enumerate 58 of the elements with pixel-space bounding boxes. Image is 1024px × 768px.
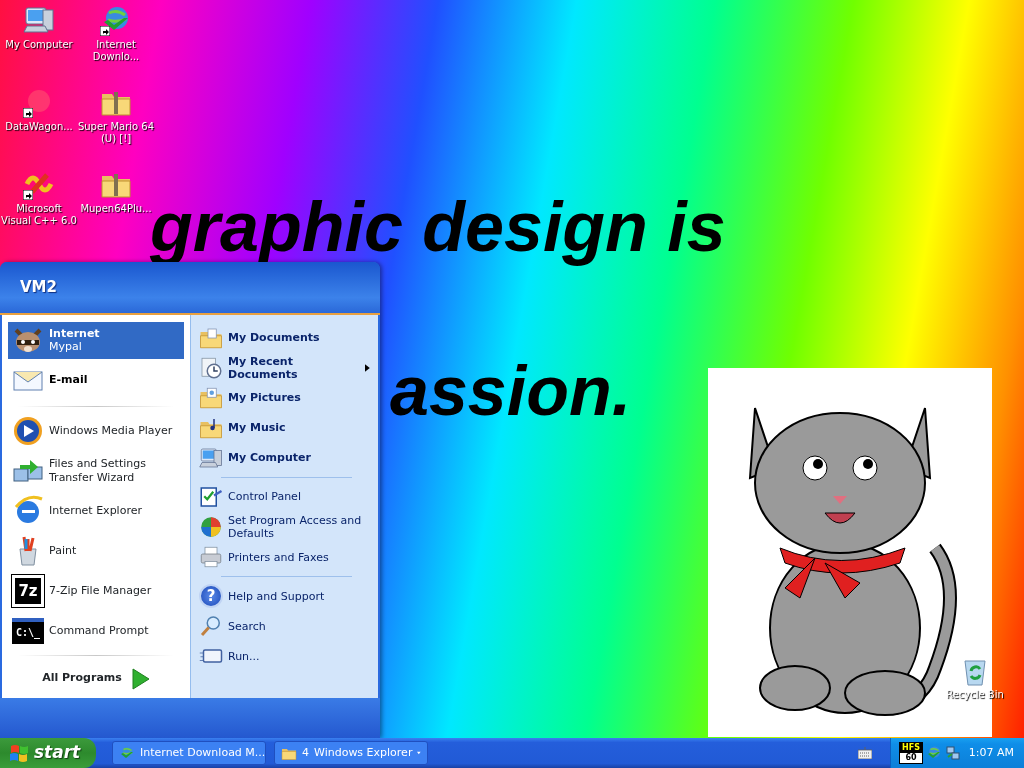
wallpaper-caption: assion. bbox=[390, 356, 632, 426]
computer-icon bbox=[199, 445, 223, 470]
menu-item[interactable]: My Documents bbox=[228, 330, 320, 345]
desktop-icon-label[interactable]: Mupen64Plu... bbox=[80, 203, 152, 215]
menu-item[interactable]: Files and Settings Transfer Wizard bbox=[49, 457, 180, 484]
menu-item[interactable]: E-mail bbox=[8, 361, 184, 399]
menu-item[interactable]: Internet Mypal bbox=[8, 321, 184, 359]
menu-item[interactable]: Command Prompt bbox=[49, 623, 149, 638]
network-icon[interactable] bbox=[945, 745, 961, 761]
task-label: Windows Explorer bbox=[314, 744, 413, 761]
menu-item[interactable]: Paint bbox=[49, 543, 77, 558]
terminal-icon: C:\_ bbox=[12, 617, 44, 644]
desktop-icon-label[interactable]: Microsoft Visual C++ 6.0 bbox=[0, 203, 78, 227]
desktop-icon-label[interactable]: DataWagon... bbox=[5, 121, 73, 133]
menu-item[interactable]: Set Program Access and Defaults bbox=[228, 513, 370, 541]
pictures-folder-icon bbox=[199, 385, 223, 410]
globe-icon bbox=[119, 745, 135, 761]
window-count: 4 bbox=[302, 744, 309, 761]
item-subtitle: Mypal bbox=[49, 340, 83, 354]
menu-item[interactable]: Internet Explorer bbox=[49, 503, 142, 518]
desktop-icon-label[interactable]: Internet Downlo... bbox=[77, 39, 155, 63]
menu-item[interactable]: Control Panel bbox=[228, 490, 301, 504]
caret-icon bbox=[417, 751, 421, 755]
user-name: VM2 bbox=[20, 277, 57, 299]
menu-item[interactable]: My Music bbox=[228, 421, 286, 435]
desktop-icon-label[interactable]: Super Mario 64 (U) [!] bbox=[77, 121, 155, 145]
menu-item[interactable]: My Pictures bbox=[228, 391, 301, 405]
clock-icon bbox=[199, 355, 223, 380]
flag-logo-icon bbox=[9, 744, 29, 762]
menu-item[interactable]: 7-Zip File Manager bbox=[49, 583, 152, 598]
item-title: Internet bbox=[49, 326, 100, 341]
arrow-icon bbox=[131, 667, 150, 690]
clock-time: 1:07 AM bbox=[968, 744, 1014, 761]
documents-folder-icon bbox=[199, 325, 223, 350]
menu-item[interactable]: Help and Support bbox=[228, 589, 325, 603]
menu-item[interactable]: Windows Media Player bbox=[49, 423, 173, 438]
taskbar-button[interactable]: Internet Download M... bbox=[112, 741, 266, 765]
item-title: E-mail bbox=[49, 373, 88, 387]
menu-item[interactable]: My Recent Documents bbox=[228, 354, 361, 381]
printer-icon bbox=[199, 545, 223, 570]
play-disc-icon bbox=[12, 414, 44, 447]
keyboard-icon[interactable] bbox=[858, 747, 872, 759]
globe-icon[interactable] bbox=[926, 745, 942, 761]
menu-item[interactable]: Run... bbox=[228, 649, 260, 663]
desktop-icon-label[interactable]: My Computer bbox=[5, 39, 73, 51]
help-icon: ? bbox=[199, 584, 223, 609]
program-defaults-icon bbox=[199, 515, 223, 540]
menu-item[interactable]: Printers and Faxes bbox=[228, 550, 329, 564]
task-label: Internet Download M... bbox=[140, 744, 266, 761]
menu-item[interactable]: Search bbox=[228, 619, 266, 633]
all-programs-link[interactable]: All Programs bbox=[42, 670, 122, 687]
start-button[interactable]: start bbox=[0, 738, 96, 768]
computer-icon bbox=[23, 4, 55, 36]
tray-app-icon[interactable]: HFS 60 bbox=[899, 742, 923, 764]
search-icon bbox=[199, 614, 223, 639]
taskbar-button[interactable]: 4 Windows Explorer bbox=[274, 741, 428, 765]
checklist-icon bbox=[199, 484, 223, 509]
menu-item[interactable]: My Computer bbox=[228, 451, 311, 465]
